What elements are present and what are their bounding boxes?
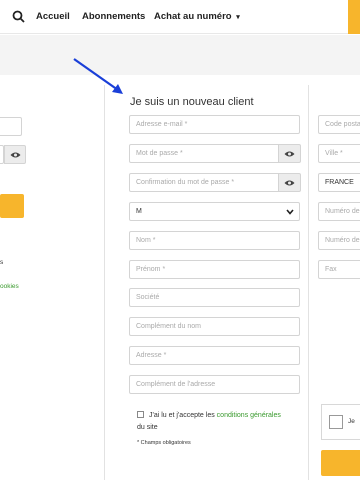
civility-select[interactable]: M [129, 202, 300, 221]
new-client-title: Je suis un nouveau client [130, 96, 254, 108]
address-field[interactable]: Adresse * [129, 346, 300, 365]
name-complement-field[interactable]: Complément du nom [129, 317, 300, 336]
show-password-button[interactable] [279, 144, 301, 163]
login-email-input[interactable] [0, 117, 22, 136]
banner-band [0, 35, 360, 75]
nav-link-accueil[interactable]: Accueil [36, 11, 70, 22]
terms-suffix: du site [137, 424, 158, 431]
chevron-down-icon [286, 209, 294, 215]
company-field[interactable]: Société [129, 288, 300, 307]
terms-consent: J'ai lu et j'accepte les conditions géné… [137, 410, 307, 434]
confirm-password-field[interactable]: Confirmation du mot de passe * [129, 173, 279, 192]
show-confirm-password-button[interactable] [279, 173, 301, 192]
fax-field[interactable]: Fax [318, 260, 360, 279]
address-complement-field[interactable]: Complément de l'adresse [129, 375, 300, 394]
phone-field[interactable]: Numéro de [318, 202, 360, 221]
terms-prefix: J'ai lu et j'accepte les [149, 412, 215, 419]
cookies-link[interactable]: ookies [0, 283, 19, 290]
header-cta-button[interactable] [348, 0, 360, 34]
eye-icon [284, 151, 295, 157]
email-field[interactable]: Adresse e-mail * [129, 115, 300, 134]
country-select[interactable]: FRANCE [318, 173, 360, 192]
terms-link[interactable]: conditions générales [217, 412, 281, 419]
login-submit-button[interactable] [0, 194, 24, 218]
register-submit-button[interactable] [321, 450, 360, 476]
right-consent-card: Je [321, 404, 360, 440]
search-icon[interactable] [12, 10, 25, 23]
civility-value: M [136, 208, 142, 215]
column-divider [104, 85, 105, 480]
password-field[interactable]: Mot de passe * [129, 144, 279, 163]
nav-link-achat-label: Achat au numéro [154, 11, 232, 22]
annotation-arrow-icon [73, 58, 123, 94]
firstname-field[interactable]: Prénom * [129, 260, 300, 279]
required-note: * Champs obligatoires [137, 440, 191, 446]
postal-code-field[interactable]: Code posta [318, 115, 360, 134]
nav-link-achat[interactable]: Achat au numéro ▾ [154, 11, 240, 22]
city-field[interactable]: Ville * [318, 144, 360, 163]
column-divider [308, 85, 309, 480]
nav-link-abonnements[interactable]: Abonnements [82, 11, 145, 22]
lastname-field[interactable]: Nom * [129, 231, 300, 250]
mobile-phone-field[interactable]: Numéro de [318, 231, 360, 250]
right-consent-text: Je [348, 418, 355, 425]
eye-icon [284, 180, 295, 186]
top-nav-bar: Accueil Abonnements Achat au numéro ▾ [0, 0, 360, 34]
login-show-password-button[interactable] [4, 145, 26, 164]
terms-checkbox[interactable] [137, 411, 144, 418]
left-text-partial: s [0, 259, 4, 266]
eye-icon [10, 152, 21, 158]
right-consent-checkbox[interactable] [329, 415, 343, 429]
chevron-down-icon: ▾ [236, 14, 240, 21]
